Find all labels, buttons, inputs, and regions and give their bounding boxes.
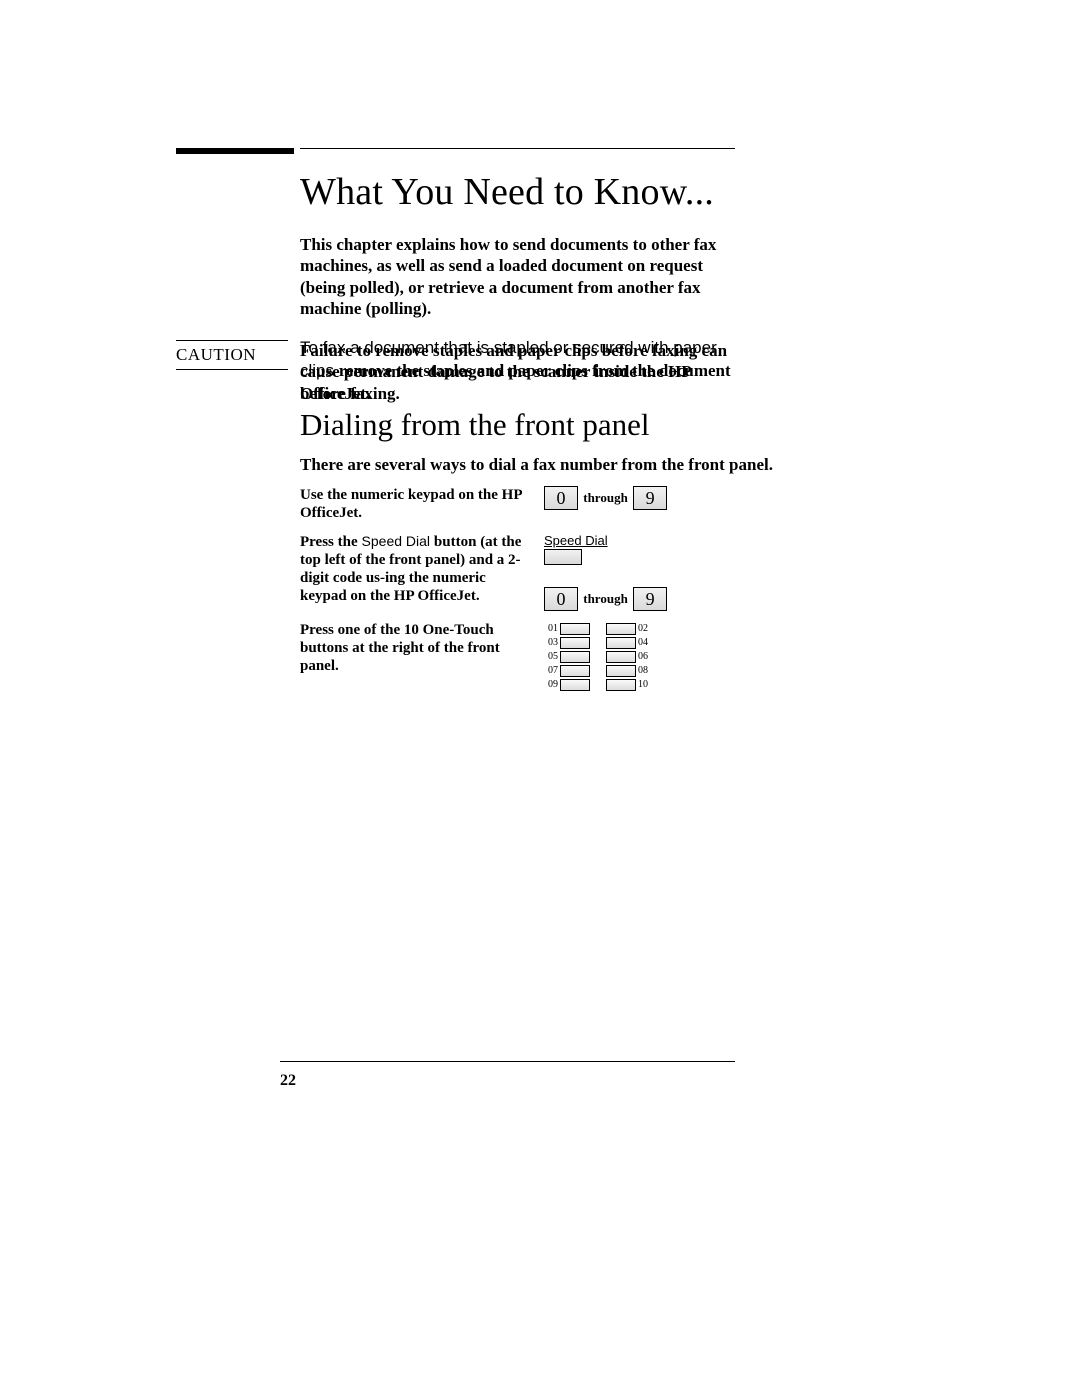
- key-0-icon: 0: [544, 587, 578, 611]
- one-touch-num: 01: [544, 623, 558, 634]
- one-touch-row: 07 08: [544, 665, 734, 677]
- table-row: Press one of the 10 One-Touch buttons at…: [300, 621, 734, 693]
- row3-left: Press one of the 10 One-Touch buttons at…: [300, 621, 544, 693]
- row2-keypad: 0 through 9: [544, 587, 734, 611]
- caution-block: CAUTION Failure to remove staples and pa…: [176, 340, 735, 404]
- one-touch-num: 08: [638, 665, 652, 676]
- row2-left: Press the Speed Dial button (at the top …: [300, 533, 544, 611]
- row2-right: Speed Dial 0 through 9: [544, 533, 734, 611]
- one-touch-button-icon: [606, 665, 636, 677]
- one-touch-row: 03 04: [544, 637, 734, 649]
- row3-right: 01 02 03 04 05: [544, 621, 734, 693]
- top-rule: [300, 148, 735, 149]
- one-touch-num: 09: [544, 679, 558, 690]
- one-touch-num: 06: [638, 651, 652, 662]
- one-touch-num: 07: [544, 665, 558, 676]
- row1-right: 0 through 9: [544, 486, 734, 523]
- one-touch-num: 10: [638, 679, 652, 690]
- dial-intro: There are several ways to dial a fax num…: [300, 455, 773, 475]
- page-title: What You Need to Know...: [300, 170, 735, 214]
- bottom-rule: [280, 1061, 735, 1062]
- document-page: What You Need to Know... This chapter ex…: [0, 0, 1080, 1397]
- one-touch-button-icon: [606, 623, 636, 635]
- instruction-table: Use the numeric keypad on the HP OfficeJ…: [300, 486, 734, 697]
- one-touch-num: 05: [544, 651, 558, 662]
- one-touch-button-icon: [606, 637, 636, 649]
- one-touch-num: 04: [638, 637, 652, 648]
- one-touch-button-icon: [560, 679, 590, 691]
- caution-text: Failure to remove staples and paper clip…: [300, 340, 735, 404]
- row2-left-a: Press the: [300, 534, 358, 550]
- caution-label: CAUTION: [176, 340, 288, 370]
- row1-left: Use the numeric keypad on the HP OfficeJ…: [300, 486, 544, 523]
- one-touch-button-icon: [606, 651, 636, 663]
- through-label: through: [583, 591, 628, 607]
- page-number: 22: [280, 1072, 296, 1090]
- header-marker: [176, 148, 294, 154]
- speed-dial-button-icon: [544, 549, 582, 565]
- intro-paragraph: This chapter explains how to send docume…: [300, 234, 735, 319]
- caution-label-column: CAUTION: [176, 340, 300, 404]
- one-touch-row: 01 02: [544, 623, 734, 635]
- key-0-icon: 0: [544, 486, 578, 510]
- one-touch-row: 05 06: [544, 651, 734, 663]
- row2-left-speeddial: Speed Dial: [358, 533, 434, 549]
- one-touch-row: 09 10: [544, 679, 734, 691]
- table-row: Press the Speed Dial button (at the top …: [300, 533, 734, 611]
- one-touch-button-icon: [560, 665, 590, 677]
- table-row: Use the numeric keypad on the HP OfficeJ…: [300, 486, 734, 523]
- one-touch-grid: 01 02 03 04 05: [544, 623, 734, 691]
- key-9-icon: 9: [633, 486, 667, 510]
- section-heading: Dialing from the front panel: [300, 407, 650, 443]
- one-touch-num: 03: [544, 637, 558, 648]
- through-label: through: [583, 490, 628, 506]
- one-touch-button-icon: [560, 637, 590, 649]
- one-touch-num: 02: [638, 623, 652, 634]
- speed-dial-caption: Speed Dial: [544, 533, 734, 548]
- one-touch-button-icon: [560, 651, 590, 663]
- one-touch-button-icon: [606, 679, 636, 691]
- one-touch-button-icon: [560, 623, 590, 635]
- key-9-icon: 9: [633, 587, 667, 611]
